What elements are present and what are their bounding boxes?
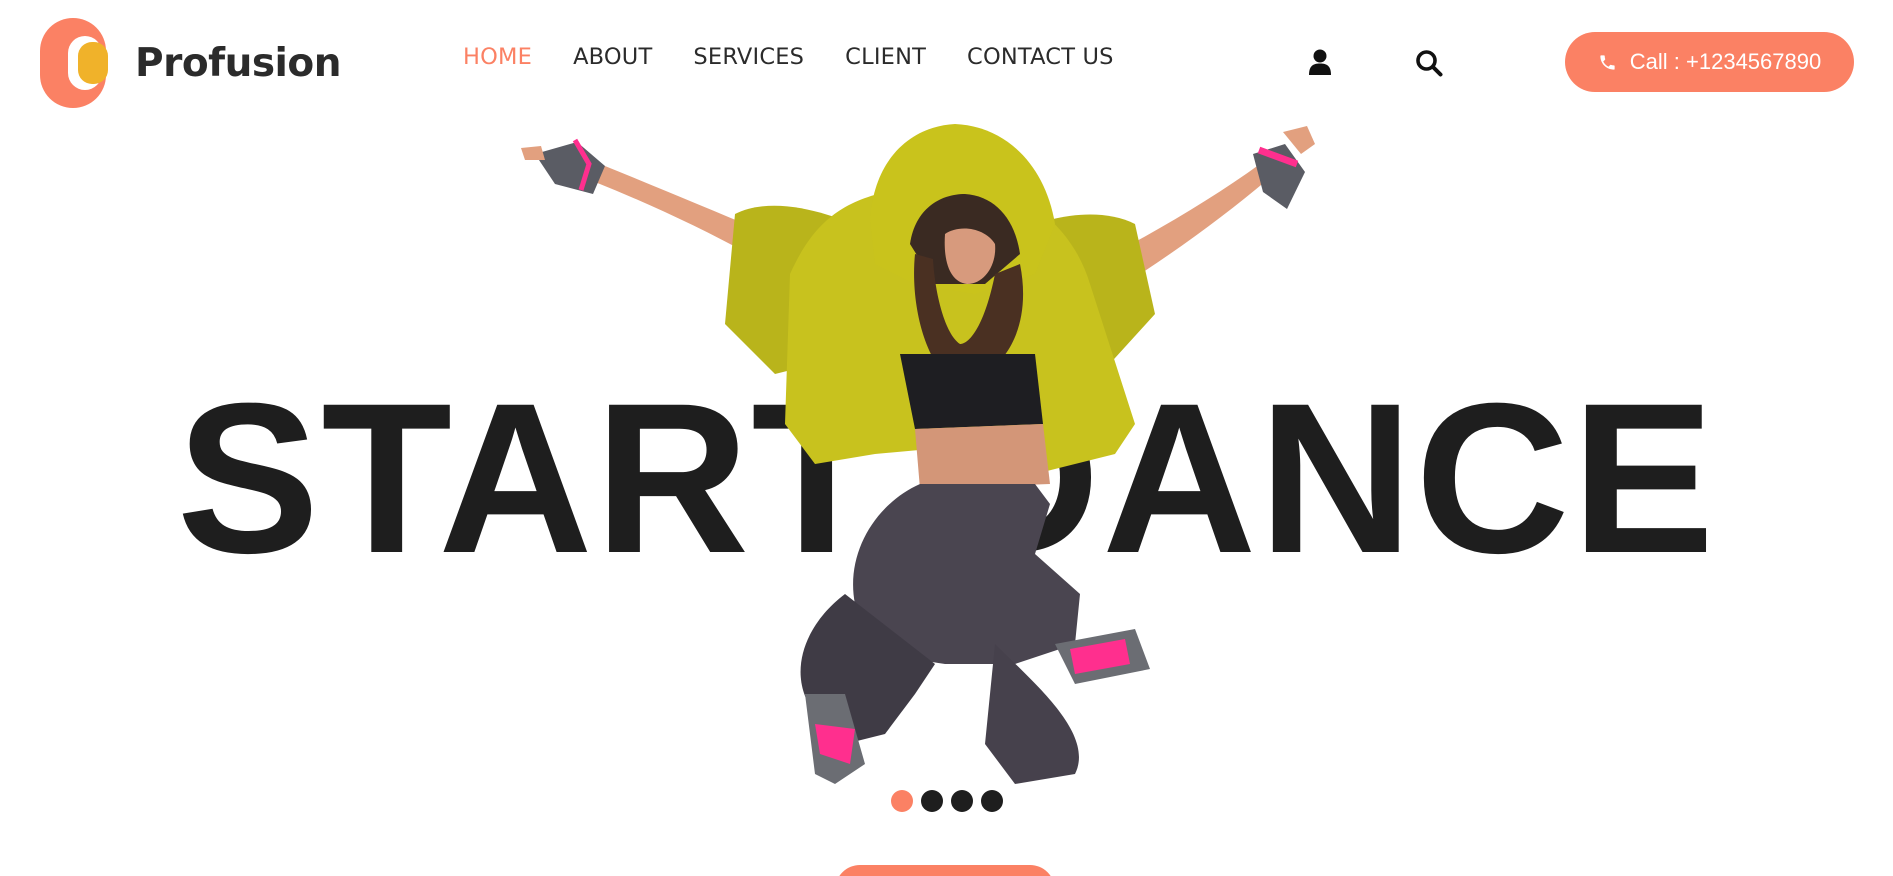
brand-logo[interactable]: Profusion [40,18,341,108]
slider-dot-4[interactable] [981,790,1003,812]
user-icon[interactable] [1308,49,1332,75]
slider-dot-3[interactable] [951,790,973,812]
nav-item-contact-us[interactable]: CONTACT US [967,44,1114,70]
hero-cta-button[interactable] [835,865,1055,876]
phone-icon [1600,54,1615,70]
brand-name: Profusion [135,40,341,86]
nav-item-services[interactable]: SERVICES [693,44,804,70]
slider-dot-2[interactable] [921,790,943,812]
nav-item-client[interactable]: CLIENT [845,44,926,70]
search-icon[interactable] [1415,49,1443,77]
call-button-label: Call : +1234567890 [1629,49,1822,74]
main-nav: HOME ABOUT SERVICES CLIENT CONTACT US [463,44,1155,70]
call-button[interactable]: Call : +1234567890 [1565,32,1854,92]
nav-item-home[interactable]: HOME [463,44,532,70]
slider-dots [891,790,1003,812]
site-header: Profusion HOME ABOUT SERVICES CLIENT CON… [0,0,1893,124]
logo-mark-icon [40,18,108,108]
hero-section: START DANCE [0,124,1893,876]
slider-dot-1[interactable] [891,790,913,812]
nav-item-about[interactable]: ABOUT [573,44,652,70]
dancer-image [521,124,1315,784]
